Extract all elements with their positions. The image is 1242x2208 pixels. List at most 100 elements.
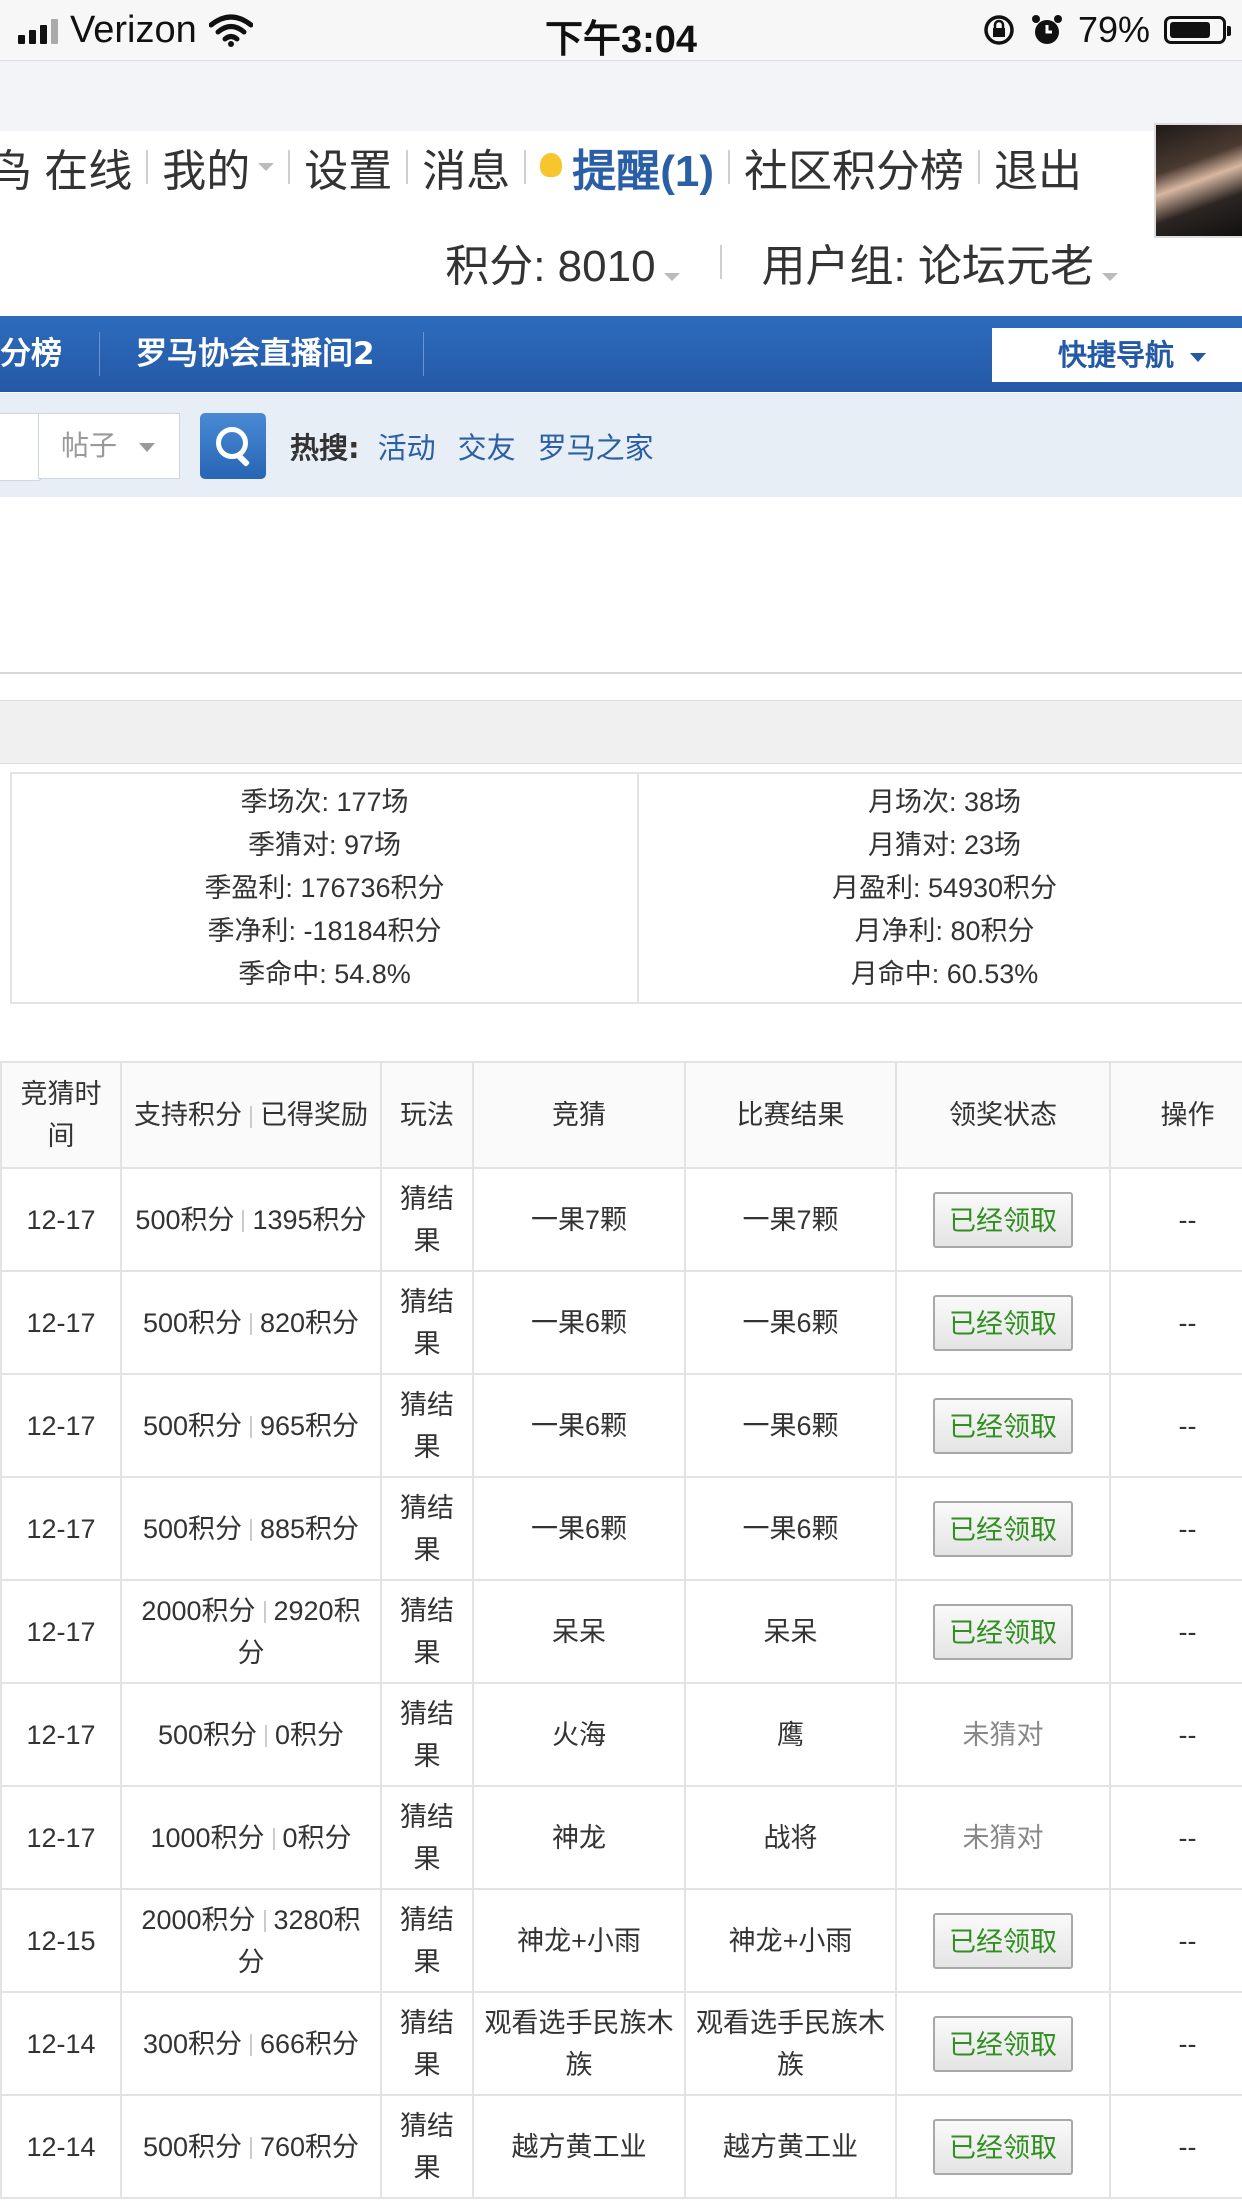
avatar[interactable] <box>1154 123 1242 238</box>
cell-mode: 猜结果 <box>380 1682 474 1787</box>
cell-result: 越方黄工业 <box>684 2094 897 2199</box>
chevron-down-icon <box>663 273 680 281</box>
cell-guess: 一果6颗 <box>472 1373 686 1478</box>
season-stat-line: 季净利: -18184积分 <box>207 915 442 946</box>
cell-guess: 越方黄工业 <box>472 2094 686 2199</box>
divider <box>728 150 731 184</box>
table-row: 12-14 300积分 666积分 猜结果 观看选手民族木族 观看选手民族木族 已经领取 -- <box>0 1991 1242 2096</box>
month-stat-line: 月盈利: 54930积分 <box>831 872 1058 903</box>
season-stats: 季场次: 177场 季猜对: 97场 季盈利: 176736积分 季净利: -1818… <box>12 774 639 1002</box>
user-menu-item[interactable]: 社区积分榜 <box>744 135 964 199</box>
cell-guess: 一果6颗 <box>472 1270 686 1375</box>
table-body: 12-17 500积分 1395积分 猜结果 一果7颗 一果7颗 已经领取 -- 12-17 50… <box>0 1167 1242 2199</box>
user-menu-item[interactable]: 鸟 在线 <box>0 135 132 199</box>
cell-mode: 猜结果 <box>380 1579 474 1684</box>
cell-status: 已经领取 <box>895 1476 1111 1581</box>
col-header-mode: 玩法 <box>380 1061 474 1169</box>
cell-guess: 呆呆 <box>472 1579 686 1684</box>
divider <box>250 1519 252 1542</box>
claimed-button[interactable]: 已经领取 <box>933 1500 1073 1557</box>
battery-percent: 79% <box>1077 9 1150 50</box>
chevron-down-icon <box>258 163 275 171</box>
cell-guess: 神龙+小雨 <box>472 1888 686 1993</box>
chevron-down-icon <box>1102 273 1118 281</box>
divider <box>250 1105 252 1128</box>
carrier-group: Verizon <box>18 8 253 52</box>
col-header-time: 竞猜时间 <box>0 1061 122 1169</box>
user-menu-item[interactable]: 设置 <box>304 135 392 199</box>
cell-points: 500积分 1395积分 <box>120 1167 382 1272</box>
cell-mode: 猜结果 <box>380 1167 474 1272</box>
cell-points: 500积分 0积分 <box>120 1682 382 1787</box>
claimed-button[interactable]: 已经领取 <box>933 1603 1073 1660</box>
cell-action: -- <box>1109 1991 1242 2096</box>
cell-points: 1000积分 0积分 <box>120 1785 382 1890</box>
claimed-button[interactable]: 已经领取 <box>933 1912 1073 1969</box>
chevron-down-icon <box>139 442 156 452</box>
support-points: 2000积分 <box>141 1904 256 1935</box>
cell-action: -- <box>1109 1373 1242 1478</box>
user-menu: 鸟 在线 我的 设置 消息 提醒(1) 社区积分榜 退出 <box>0 135 1082 199</box>
claimed-button[interactable]: 已经领取 <box>933 2118 1073 2175</box>
section-header-bar <box>0 700 1242 764</box>
points-dropdown[interactable]: 积分: 8010 <box>445 230 680 294</box>
claimed-button[interactable]: 已经领取 <box>933 2015 1073 2072</box>
user-menu-item[interactable]: 消息 <box>422 135 510 199</box>
season-stat-line: 季猜对: 97场 <box>247 829 402 860</box>
claimed-button[interactable]: 已经领取 <box>933 1397 1073 1454</box>
col-header-action: 操作 <box>1109 1061 1242 1169</box>
nav-tab-leaderboard[interactable]: 分榜 <box>0 316 62 392</box>
reward-points: 885积分 <box>260 1513 360 1544</box>
claimed-button[interactable]: 已经领取 <box>933 1191 1073 1248</box>
search-type-select[interactable]: 帖子 <box>38 413 180 479</box>
status-text: 未猜对 <box>962 1822 1044 1853</box>
cell-result: 观看选手民族木族 <box>684 1991 897 2096</box>
cell-result: 一果6颗 <box>684 1373 897 1478</box>
quick-nav-label: 快捷导航 <box>1058 338 1175 372</box>
search-button[interactable] <box>200 413 266 479</box>
cell-result: 呆呆 <box>684 1579 897 1684</box>
cell-guess: 火海 <box>472 1682 686 1787</box>
user-menu-item[interactable]: 提醒(1) <box>540 135 714 199</box>
cell-date: 12-15 <box>0 1888 122 1993</box>
user-menu-item[interactable]: 我的 <box>162 135 275 199</box>
cell-points: 300积分 666积分 <box>120 1991 382 2096</box>
cell-points: 500积分 885积分 <box>120 1476 382 1581</box>
cell-date: 12-17 <box>0 1682 122 1787</box>
usergroup-label: 用户组: 论坛元老 <box>761 242 1094 291</box>
table-row: 12-17 500积分 1395积分 猜结果 一果7颗 一果7颗 已经领取 -- <box>0 1167 1242 1272</box>
signal-icon <box>18 16 58 44</box>
cell-points: 500积分 965积分 <box>120 1373 382 1478</box>
divider <box>265 1725 268 1748</box>
nav-tab-live-room[interactable]: 罗马协会直播间2 <box>136 316 375 392</box>
cell-status: 已经领取 <box>895 1579 1111 1684</box>
cell-result: 战将 <box>684 1785 897 1890</box>
hot-search-link[interactable]: 活动 <box>378 425 436 467</box>
cell-date: 12-17 <box>0 1785 122 1890</box>
chevron-down-icon <box>1190 352 1207 362</box>
cell-guess: 神龙 <box>472 1785 686 1890</box>
table-row: 12-17 500积分 820积分 猜结果 一果6颗 一果6颗 已经领取 -- <box>0 1270 1242 1375</box>
user-menu-item[interactable]: 退出 <box>994 135 1082 199</box>
support-points: 500积分 <box>142 1513 242 1544</box>
season-stat-line: 季盈利: 176736积分 <box>204 872 445 903</box>
claimed-button[interactable]: 已经领取 <box>933 1294 1073 1351</box>
cell-mode: 猜结果 <box>380 1785 474 1890</box>
hot-search-label: 热搜: <box>290 431 360 465</box>
quick-nav-button[interactable]: 快捷导航 <box>992 328 1242 382</box>
divider <box>524 150 527 184</box>
hot-search-link[interactable]: 罗马之家 <box>538 425 654 467</box>
hot-search: 热搜: 活动 交友 罗马之家 <box>290 413 676 479</box>
cell-result: 神龙+小雨 <box>684 1888 897 1993</box>
search-input[interactable] <box>0 413 42 481</box>
support-points: 500积分 <box>135 1204 235 1235</box>
divider <box>272 1828 275 1851</box>
usergroup-dropdown[interactable]: 用户组: 论坛元老 <box>762 230 1118 294</box>
battery-icon <box>1164 16 1231 44</box>
hot-search-link[interactable]: 交友 <box>458 425 516 467</box>
reward-points: 820积分 <box>260 1307 360 1338</box>
cell-result: 一果6颗 <box>684 1476 897 1581</box>
top-strip <box>0 61 1242 131</box>
cell-status: 已经领取 <box>895 1373 1111 1478</box>
support-points: 500积分 <box>142 2131 242 2162</box>
